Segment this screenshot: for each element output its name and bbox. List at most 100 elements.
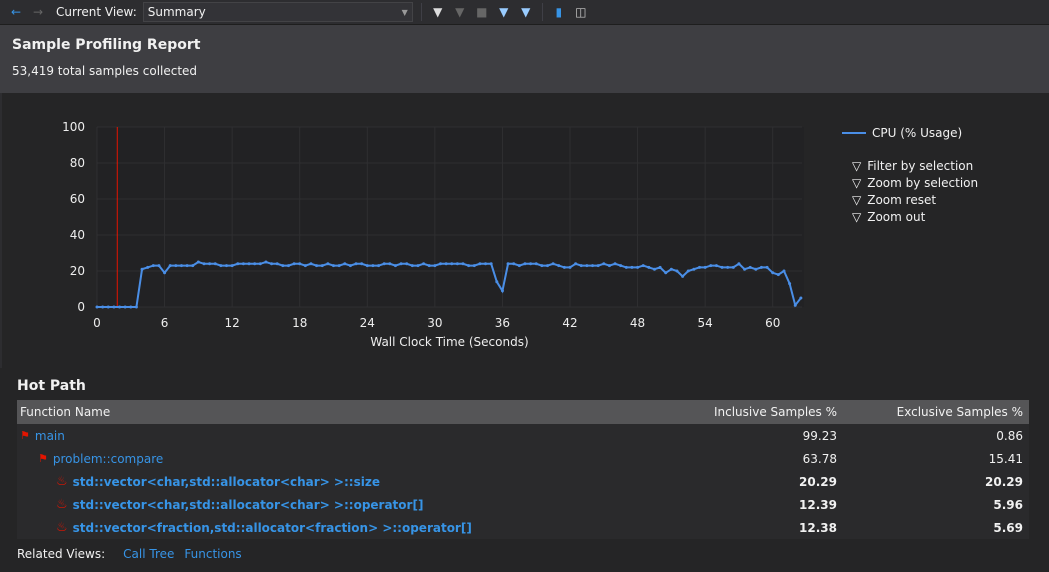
toolbar: ← → Current View: Summary ▼ ▼ ▼ ■ ▼ ▼ ▮ …: [0, 0, 1049, 25]
data-point: [151, 264, 155, 268]
function-link[interactable]: std::vector<char,std::allocator<char> >:…: [73, 498, 424, 512]
function-link[interactable]: std::vector<fraction,std::allocator<frac…: [73, 521, 472, 535]
data-point: [213, 262, 217, 266]
data-point: [630, 265, 634, 269]
zoom-reset-action[interactable]: ▽ Zoom reset: [852, 191, 978, 208]
filter-by-selection-action[interactable]: ▽ Filter by selection: [852, 157, 978, 174]
table-row[interactable]: ♨ std::vector<char,std::allocator<char> >…: [17, 470, 1029, 493]
x-tick-label: 30: [427, 316, 442, 330]
table-row[interactable]: ♨ std::vector<fraction,std::allocator<fra…: [17, 516, 1029, 539]
data-point: [410, 264, 414, 268]
data-point: [664, 271, 668, 275]
y-tick-label: 0: [77, 300, 85, 314]
data-point: [258, 262, 262, 266]
hot-path-title: Hot Path: [17, 378, 86, 394]
data-point: [776, 273, 780, 277]
data-point: [512, 262, 516, 266]
filter-icon[interactable]: ▼: [430, 4, 446, 20]
call-tree-link[interactable]: Call Tree: [123, 547, 174, 561]
inclusive-cell: 12.39: [799, 497, 837, 512]
data-point: [332, 264, 336, 268]
data-point: [123, 305, 127, 309]
flame-icon: ♨: [56, 520, 68, 535]
data-point: [416, 264, 420, 268]
divider: [420, 3, 422, 21]
data-point: [427, 264, 431, 268]
data-point: [636, 265, 640, 269]
data-point: [748, 265, 752, 269]
data-point: [208, 262, 212, 266]
data-point: [168, 264, 172, 268]
flame-icon: ♨: [56, 474, 68, 489]
data-point: [534, 262, 538, 266]
stop-icon[interactable]: ■: [474, 4, 490, 20]
x-tick-label: 42: [562, 316, 577, 330]
functions-link[interactable]: Functions: [184, 547, 241, 561]
data-point: [658, 265, 662, 269]
data-point: [669, 267, 673, 271]
table-row[interactable]: ⚑ problem::compare 63.78 15.41: [17, 447, 1029, 470]
y-tick-label: 80: [70, 156, 85, 170]
y-tick-label: 100: [62, 120, 85, 134]
inclusive-cell: 12.38: [799, 520, 837, 535]
clear-filter-icon[interactable]: ▼: [452, 4, 468, 20]
data-point: [326, 262, 330, 266]
x-tick-label: 54: [698, 316, 713, 330]
column-exclusive[interactable]: Exclusive Samples %: [839, 405, 1029, 419]
data-point: [754, 267, 758, 271]
data-point: [714, 264, 718, 268]
back-arrow-icon[interactable]: ←: [8, 4, 24, 20]
function-link[interactable]: std::vector<char,std::allocator<char> >:…: [73, 475, 380, 489]
data-point: [393, 264, 397, 268]
table-row[interactable]: ⚑ main 99.23 0.86: [17, 424, 1029, 447]
divider: [541, 3, 543, 21]
filter-icon: ▽: [852, 192, 862, 207]
function-name-cell: ♨ std::vector<char,std::allocator<char> >…: [17, 474, 639, 489]
filter-link-icon[interactable]: ▼: [496, 4, 512, 20]
cpu-usage-chart[interactable]: 0 20 40 60 80 100 0 6 12 18 24 30 36 42 48 54 60 Wall Clo…: [2, 93, 832, 368]
data-point: [270, 262, 274, 266]
data-point: [343, 262, 347, 266]
function-link[interactable]: main: [35, 429, 65, 443]
export-icon[interactable]: ◫: [573, 4, 589, 20]
data-point: [405, 262, 409, 266]
save-icon[interactable]: ▮: [551, 4, 567, 20]
zoom-by-selection-action[interactable]: ▽ Zoom by selection: [852, 174, 978, 191]
data-point: [360, 262, 364, 266]
data-point: [157, 264, 161, 268]
data-point: [686, 269, 690, 273]
data-point: [191, 264, 195, 268]
data-point: [726, 265, 730, 269]
x-tick-label: 60: [765, 316, 780, 330]
data-point: [129, 305, 133, 309]
column-function-name[interactable]: Function Name: [17, 405, 639, 419]
x-tick-label: 0: [93, 316, 101, 330]
data-point: [202, 262, 206, 266]
data-point: [281, 264, 285, 268]
data-point: [506, 262, 510, 266]
filter-icon: ▽: [852, 158, 862, 173]
data-point: [371, 264, 375, 268]
current-view-select[interactable]: Summary ▼: [142, 2, 413, 22]
sample-count: 53,419 total samples collected: [12, 64, 198, 78]
y-tick-label: 60: [70, 192, 85, 206]
function-link[interactable]: problem::compare: [53, 452, 163, 466]
forward-arrow-icon[interactable]: →: [30, 4, 46, 20]
zoom-out-action[interactable]: ▽ Zoom out: [852, 208, 978, 225]
data-point: [444, 262, 448, 266]
data-point: [365, 264, 369, 268]
column-inclusive[interactable]: Inclusive Samples %: [639, 405, 839, 419]
data-point: [95, 305, 99, 309]
data-point: [225, 264, 229, 268]
filter-refresh-icon[interactable]: ▼: [518, 4, 534, 20]
data-point: [472, 264, 476, 268]
table-row[interactable]: ♨ std::vector<char,std::allocator<char> >…: [17, 493, 1029, 516]
action-label: Zoom out: [867, 209, 926, 224]
data-point: [118, 305, 122, 309]
data-point: [574, 262, 578, 266]
data-point: [692, 267, 696, 271]
data-point: [455, 262, 459, 266]
data-point: [484, 262, 488, 266]
hot-path-icon: ⚑: [20, 429, 30, 442]
data-point: [591, 264, 595, 268]
